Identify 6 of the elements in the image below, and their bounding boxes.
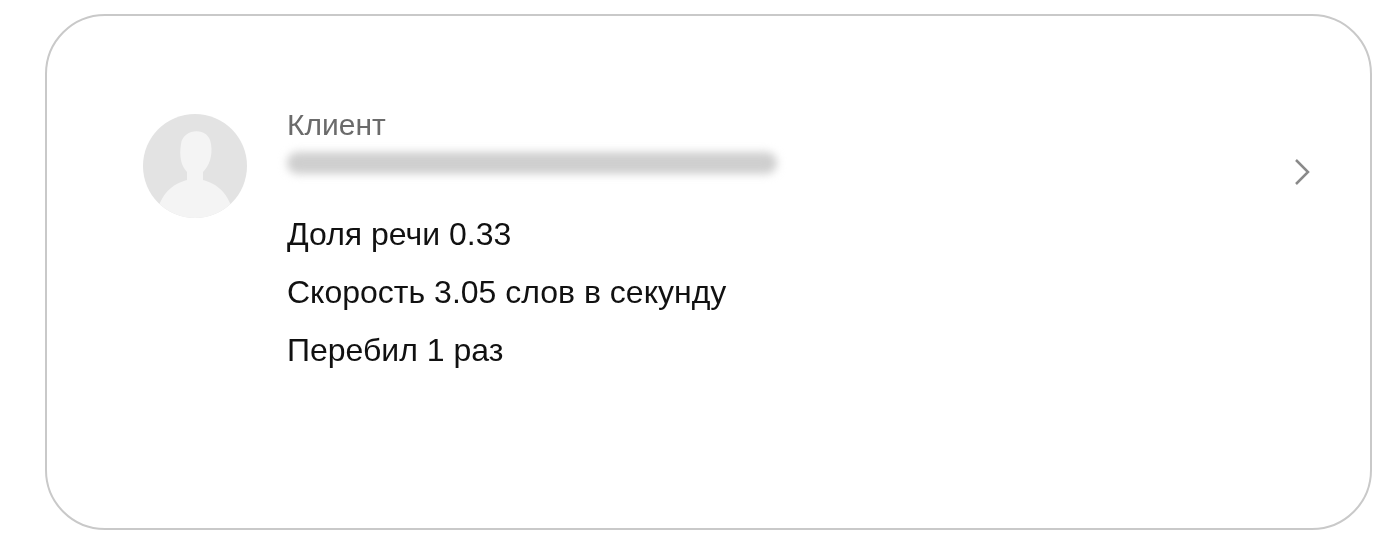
role-label: Клиент bbox=[287, 108, 387, 142]
stat-line: Доля речи 0.33 bbox=[287, 215, 513, 254]
stat-line: Перебил 1 раз bbox=[287, 331, 505, 370]
contact-card[interactable]: Клиент Доля речи 0.33 Скорость 3.05 слов в секунду Перебил 1 раз bbox=[45, 14, 1372, 530]
stat-line: Скорость 3.05 слов в секунду bbox=[287, 273, 728, 312]
chevron-right-icon bbox=[1294, 158, 1310, 186]
